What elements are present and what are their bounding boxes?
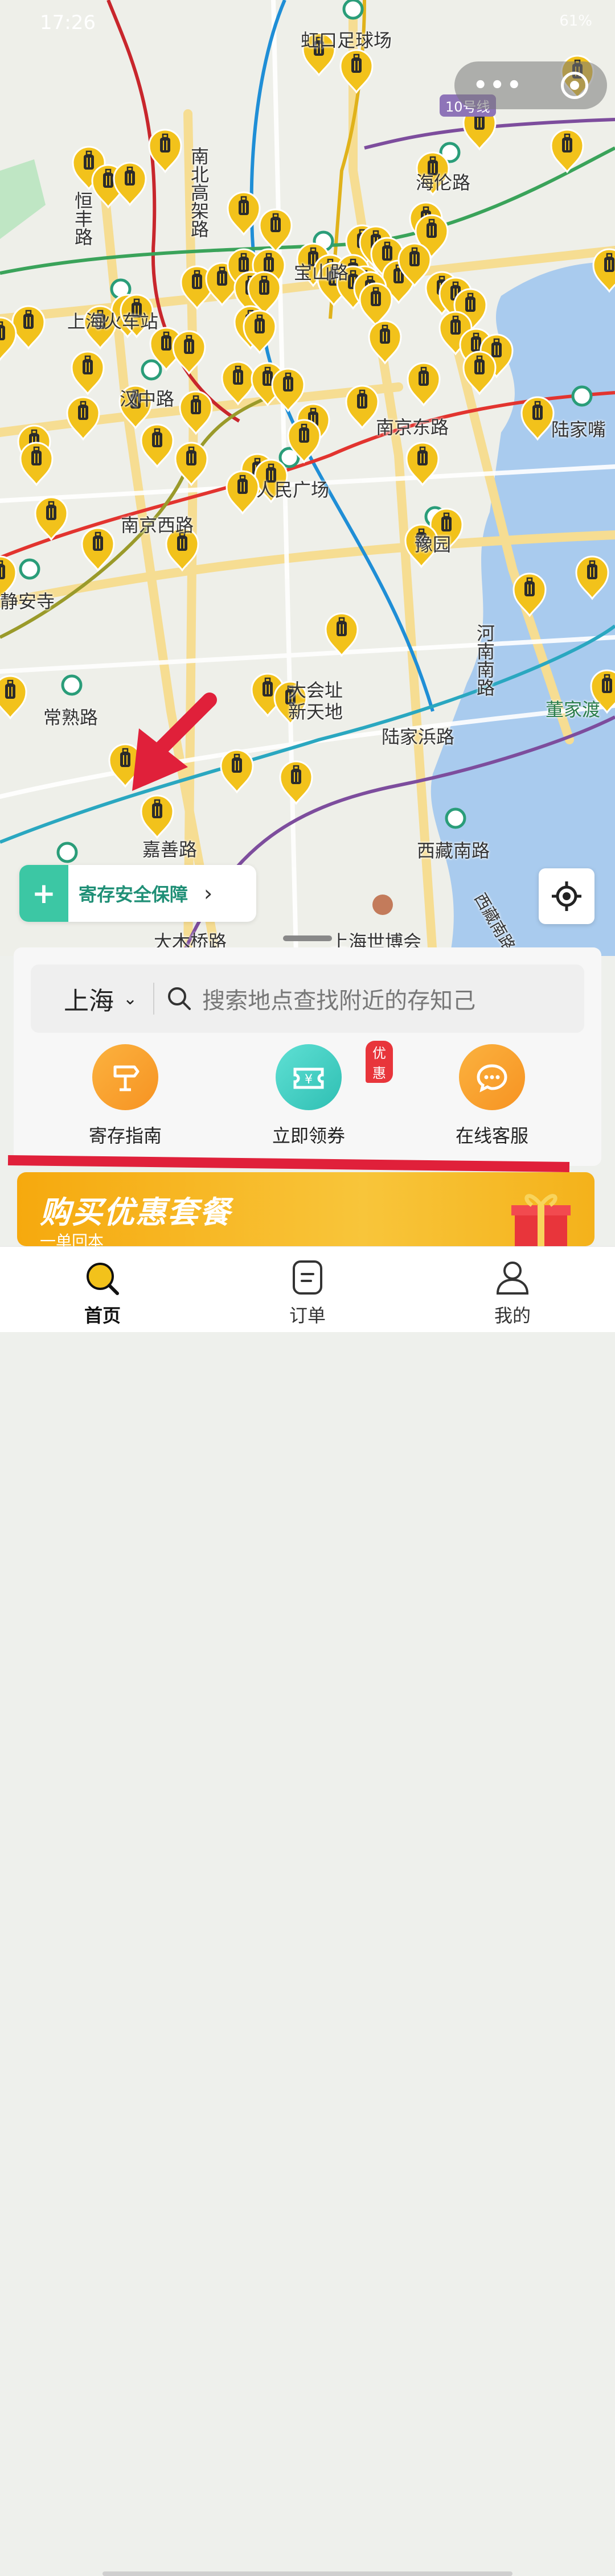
search-icon <box>168 987 191 1010</box>
map-label: 常熟路 <box>43 707 99 728</box>
chevron-down-icon: ⌄ <box>123 988 138 1009</box>
search-bar[interactable]: 上海 ⌄ 搜索地点查找附近的存知己 <box>31 965 584 1033</box>
map-label: 新天地 <box>288 701 343 723</box>
promo-banner[interactable]: 购买优惠套餐 一单回本 <box>17 1172 594 1246</box>
tab-profile-label: 我的 <box>494 1305 531 1326</box>
home-indicator <box>102 2571 512 2576</box>
divider <box>153 983 155 1015</box>
safety-label: 寄存安全保障 <box>79 884 188 905</box>
tab-orders[interactable]: 订单 <box>256 1259 359 1328</box>
bottom-sheet: 上海 ⌄ 搜索地点查找附近的存知己 寄存指南 ¥ 优惠 立即领券 在线客服 <box>14 947 601 1166</box>
search-input[interactable]: 搜索地点查找附近的存知己 <box>202 982 475 1015</box>
map-label: 陆家浜路 <box>382 726 455 748</box>
map-label: 静安寺 <box>0 591 55 612</box>
chevron-right-icon: › <box>204 881 213 906</box>
map-label: 宝山路 <box>294 262 349 283</box>
discount-badge: 优惠 <box>366 1041 393 1083</box>
user-icon <box>496 1262 529 1295</box>
tab-profile[interactable]: 我的 <box>461 1259 564 1328</box>
map-label: 上海火车站 <box>67 311 159 332</box>
tab-home-label: 首页 <box>84 1305 121 1326</box>
get-coupon-label: 立即领券 <box>272 1125 345 1147</box>
map-label: 河南南路 <box>474 624 495 696</box>
map-label: 人民广场 <box>256 479 330 501</box>
crosshair-icon <box>552 881 581 911</box>
svg-text:¥: ¥ <box>305 1073 313 1087</box>
bottom-tab-bar: 首页 订单 我的 <box>0 1246 615 2576</box>
online-service-button[interactable]: 在线客服 <box>418 1044 566 1148</box>
online-service-label: 在线客服 <box>455 1125 528 1147</box>
more-button[interactable]: ••• <box>473 72 524 98</box>
storage-safety-chip[interactable]: + 寄存安全保障 › <box>19 865 256 922</box>
map-label: 董家渡 <box>546 699 601 720</box>
map-view[interactable]: 虹口足球场 10号线 海伦路 南北高架路 恒丰路 宝山路 上海火车站 汉中路 南… <box>0 0 615 956</box>
orders-icon <box>293 1260 322 1295</box>
sheet-drag-handle[interactable] <box>283 935 332 941</box>
storage-guide-button[interactable]: 寄存指南 <box>51 1044 199 1148</box>
gift-box-icon <box>511 1194 571 1246</box>
city-selector[interactable]: 上海 ⌄ <box>64 980 137 1017</box>
map-label: 西藏南路 <box>417 840 490 862</box>
coupon-icon: ¥ 优惠 <box>276 1041 393 1110</box>
map-label: 恒丰路 <box>72 191 93 246</box>
map-label: 汉中路 <box>120 388 175 410</box>
chat-bubble-icon <box>459 1044 525 1110</box>
map-label: 南京西路 <box>121 514 194 536</box>
battery-level: 61% <box>559 13 592 30</box>
promo-subtitle: 一单回本 <box>40 1232 104 1246</box>
map-label: 豫园 <box>415 534 452 555</box>
get-coupon-button[interactable]: ¥ 优惠 立即领券 <box>235 1041 393 1148</box>
miniprogram-capsule[interactable]: ••• <box>454 61 607 109</box>
home-search-icon <box>87 1263 119 1295</box>
shield-plus-icon: + <box>19 865 68 922</box>
map-label: 南京东路 <box>376 417 449 438</box>
city-name: 上海 <box>64 987 114 1016</box>
map-label: 陆家嘴 <box>551 419 606 440</box>
signpost-icon <box>92 1044 158 1110</box>
close-miniprogram-icon[interactable] <box>561 72 589 99</box>
storage-guide-label: 寄存指南 <box>88 1125 162 1147</box>
promo-title: 购买优惠套餐 <box>40 1194 231 1230</box>
status-time: 17:26 <box>40 11 96 34</box>
tab-orders-label: 订单 <box>289 1305 326 1326</box>
locate-me-button[interactable] <box>539 868 594 924</box>
map-label: 南北高架路 <box>188 147 210 238</box>
tab-home[interactable]: 首页 <box>51 1259 154 1328</box>
map-label: 嘉善路 <box>142 839 198 860</box>
map-label: 海伦路 <box>416 172 471 193</box>
status-bar: 17:26 61% <box>0 0 615 46</box>
